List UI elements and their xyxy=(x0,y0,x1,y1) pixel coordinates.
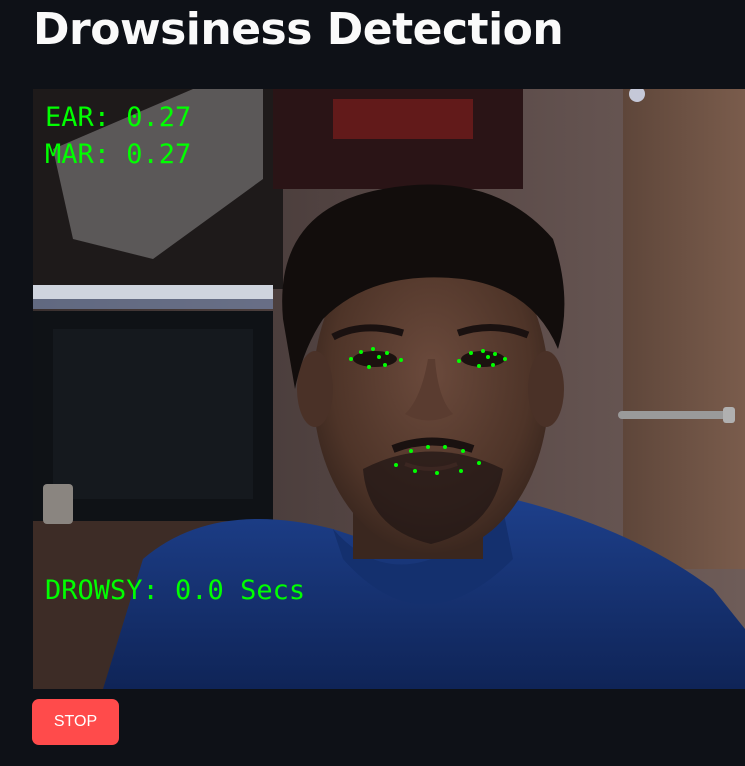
ear-readout: EAR: 0.27 xyxy=(45,102,191,133)
monitor-screen xyxy=(53,329,253,499)
drowsy-timer-readout: DROWSY: 0.0 Secs xyxy=(45,575,305,606)
webcam-feed: EAR: 0.27 MAR: 0.27 DROWSY: 0.0 Secs xyxy=(33,89,745,689)
shelf-light xyxy=(33,285,273,299)
right-eye xyxy=(461,351,505,367)
door-handle xyxy=(618,411,728,419)
stop-button[interactable]: STOP xyxy=(32,699,119,745)
webcam-frame: EAR: 0.27 MAR: 0.27 DROWSY: 0.0 Secs xyxy=(33,89,745,689)
mar-readout: MAR: 0.27 xyxy=(45,139,191,170)
right-ear xyxy=(528,351,564,427)
door xyxy=(623,89,745,569)
app-container: Drowsiness Detection EAR: 0.27 MAR: 0.27… xyxy=(0,0,745,766)
door-handle-end xyxy=(723,407,735,423)
mug xyxy=(43,484,73,524)
page-title: Drowsiness Detection xyxy=(33,4,564,55)
shelf-edge xyxy=(33,299,273,309)
left-ear xyxy=(297,351,333,427)
red-poster-detail xyxy=(333,99,473,139)
